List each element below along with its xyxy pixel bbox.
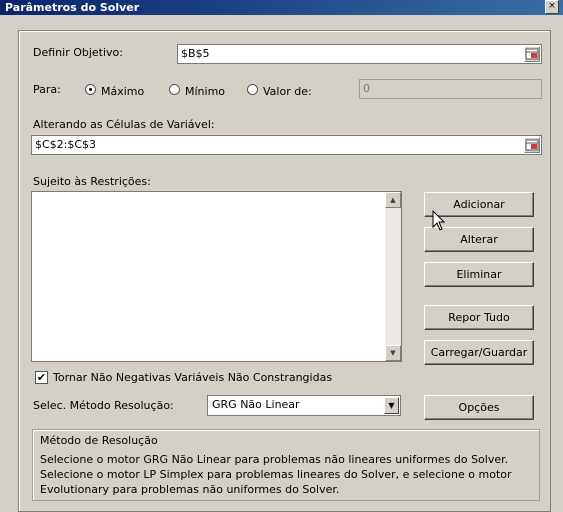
variable-cells-input[interactable]: $C$2:$C$3 — [31, 135, 542, 155]
scroll-down-button[interactable]: ▼ — [385, 345, 401, 361]
method-selected-value: GRG Não Linear — [212, 398, 300, 411]
chevron-down-icon[interactable]: ▼ — [384, 397, 399, 414]
variable-cells-label: Alterando as Células de Variável: — [33, 118, 215, 131]
scroll-up-button[interactable]: ▲ — [385, 192, 401, 208]
range-ref-icon — [525, 48, 539, 60]
radio-maximo-label: Máximo — [101, 85, 145, 98]
nonneg-checkbox[interactable]: ✔ — [35, 371, 48, 384]
value-of-input[interactable]: 0 — [359, 79, 542, 99]
value-of-value: 0 — [363, 82, 370, 95]
variable-cells-ref-button[interactable] — [524, 137, 540, 153]
method-description: Selecione o motor GRG Não Linear para pr… — [40, 453, 512, 496]
reset-all-button[interactable]: Repor Tudo — [424, 305, 534, 330]
method-group-title: Método de Resolução — [40, 434, 158, 447]
method-select[interactable]: GRG Não Linear ▼ — [207, 395, 401, 416]
objective-label: Definir Objetivo: — [33, 46, 123, 59]
title-bar: Parâmetros do Solver × — [0, 0, 563, 15]
solver-panel: Definir Objetivo: $B$5 Para: Máximo Míni… — [18, 30, 551, 512]
radio-maximo[interactable] — [85, 84, 96, 95]
radio-valor-de-label: Valor de: — [263, 85, 312, 98]
objective-input[interactable]: $B$5 — [177, 44, 542, 64]
range-ref-icon — [525, 139, 539, 151]
objective-ref-button[interactable] — [524, 46, 540, 62]
options-button[interactable]: Opções — [424, 395, 534, 420]
constraints-label: Sujeito às Restrições: — [33, 175, 151, 188]
radio-minimo[interactable] — [169, 84, 180, 95]
constraints-scrollbar[interactable]: ▲ ▼ — [385, 192, 401, 361]
variable-cells-value: $C$2:$C$3 — [35, 138, 97, 151]
close-button[interactable]: × — [545, 0, 559, 14]
para-label: Para: — [33, 83, 61, 96]
method-group: Método de Resolução Selecione o motor GR… — [32, 429, 540, 501]
load-save-button[interactable]: Carregar/Guardar — [424, 340, 534, 365]
nonneg-label: Tornar Não Negativas Variáveis Não Const… — [53, 371, 333, 384]
delete-button[interactable]: Eliminar — [424, 262, 534, 287]
window-title: Parâmetros do Solver — [5, 1, 140, 14]
mouse-pointer-icon — [432, 210, 446, 231]
radio-minimo-label: Mínimo — [185, 85, 226, 98]
constraints-list[interactable]: ▲ ▼ — [31, 191, 402, 362]
objective-value: $B$5 — [181, 47, 210, 60]
radio-valor-de[interactable] — [247, 84, 258, 95]
method-label: Selec. Método Resolução: — [33, 399, 174, 412]
